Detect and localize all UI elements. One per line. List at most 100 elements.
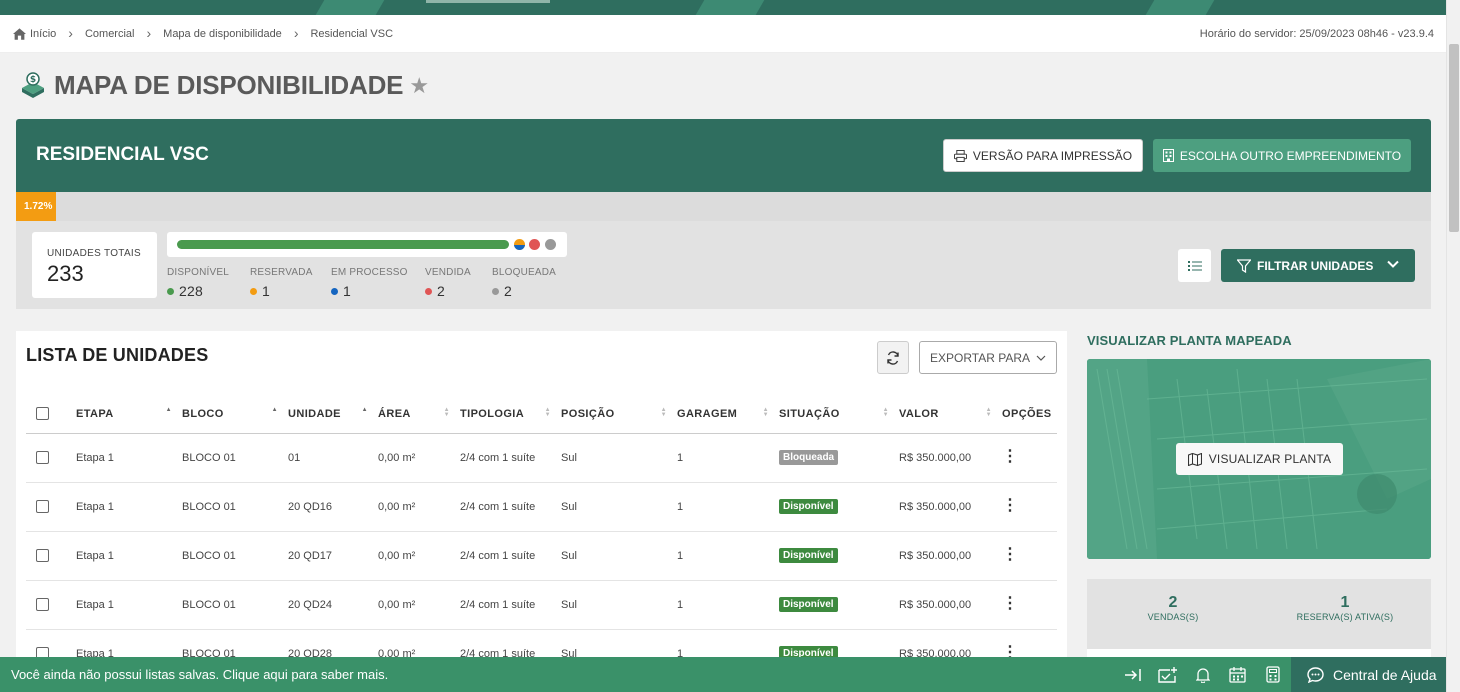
col-valor[interactable]: VALOR ▲ ▼	[899, 395, 1002, 434]
calendar-icon[interactable]	[1227, 664, 1248, 685]
col-label: VALOR	[899, 407, 939, 420]
filter-units-button[interactable]: FILTRAR UNIDADES	[1221, 249, 1415, 282]
choose-other-project-button[interactable]: ESCOLHA OUTRO EMPREENDIMENTO	[1153, 139, 1411, 172]
refresh-button[interactable]	[877, 341, 909, 374]
breadcrumb-item[interactable]: Início	[30, 28, 56, 40]
saved-lists-message[interactable]: Você ainda não possui listas salvas. Cli…	[11, 667, 388, 682]
legend-dot	[425, 287, 432, 295]
select-all-checkbox[interactable]	[36, 407, 49, 421]
breadcrumb-item[interactable]: Comercial	[85, 28, 135, 40]
row-options-icon[interactable]: ⋮	[1002, 497, 1018, 513]
status-distribution-bar	[167, 232, 567, 257]
legend-dot	[492, 287, 499, 295]
cell-area: 0,00 m²	[378, 580, 460, 630]
col-label: OPÇÕES	[1002, 407, 1052, 420]
table-row[interactable]: Etapa 1 BLOCO 01 20 QD17 0,00 m² 2/4 com 1 s…	[26, 531, 1057, 581]
legend-dot	[167, 287, 174, 295]
cell-posicao: Sul	[561, 531, 677, 581]
map-preview[interactable]: VISUALIZAR PLANTA	[1087, 359, 1431, 559]
server-time: Horário do servidor: 25/09/2023 08h46 - …	[1199, 28, 1434, 40]
cell-tipologia: 2/4 com 1 suíte	[460, 433, 561, 483]
row-options-icon[interactable]: ⋮	[1002, 644, 1018, 660]
printer-icon	[953, 149, 967, 162]
col-label: POSIÇÃO	[561, 407, 615, 420]
col-posicao[interactable]: POSIÇÃO ▲ ▼	[561, 395, 677, 434]
breadcrumb-item: Residencial VSC	[310, 27, 394, 40]
map-section-title: VISUALIZAR PLANTA MAPEADA	[1087, 333, 1292, 348]
cell-valor: R$ 350.000,00	[899, 580, 1002, 630]
building-icon	[1162, 149, 1174, 162]
cell-tipologia: 2/4 com 1 suíte	[460, 482, 561, 532]
legend-reserved: RESERVADA 1	[250, 267, 313, 299]
legend-label: VENDIDA	[425, 267, 471, 278]
export-label: EXPORTAR PARA	[929, 350, 1031, 365]
col-garagem[interactable]: GARAGEM ▲ ▼	[677, 395, 779, 434]
sort-icon: ▲ ▼	[443, 407, 450, 418]
breadcrumb-item[interactable]: Mapa de disponibilidade	[163, 28, 282, 40]
export-dropdown[interactable]: EXPORTAR PARA	[919, 341, 1057, 374]
units-table-body: Etapa 1 BLOCO 01 01 0,00 m² 2/4 com 1 suíte S…	[26, 433, 1057, 679]
sales-counts: 2 VENDAS(S) 1 RESERVA(S) ATIVA(S)	[1087, 579, 1431, 649]
cell-opcoes: ⋮	[1002, 580, 1057, 630]
list-view-button[interactable]	[1178, 249, 1211, 282]
col-situacao[interactable]: SITUAÇÃO ▲ ▼	[779, 395, 899, 434]
row-checkbox[interactable]	[36, 598, 49, 611]
row-options-icon[interactable]: ⋮	[1002, 595, 1018, 611]
col-unidade[interactable]: UNIDADE ▲	[288, 395, 378, 434]
map-icon	[1187, 452, 1202, 466]
breadcrumb-home[interactable]: Início	[13, 28, 56, 40]
col-label: GARAGEM	[677, 407, 738, 420]
table-row[interactable]: Etapa 1 BLOCO 01 20 QD24 0,00 m² 2/4 com 1 s…	[26, 580, 1057, 630]
add-list-icon[interactable]	[1157, 664, 1178, 685]
cell-situacao: Disponível	[779, 482, 899, 532]
col-label: TIPOLOGIA	[460, 407, 525, 420]
cell-posicao: Sul	[561, 580, 677, 630]
login-icon[interactable]	[1122, 664, 1143, 685]
page-title-row: $ MAPA DE DISPONIBILIDADE ★	[20, 70, 429, 101]
print-version-button[interactable]: VERSÃO PARA IMPRESSÃO	[943, 139, 1143, 172]
cell-etapa: Etapa 1	[76, 580, 182, 630]
cell-bloco: BLOCO 01	[182, 531, 288, 581]
table-row[interactable]: Etapa 1 BLOCO 01 20 QD16 0,00 m² 2/4 com 1 s…	[26, 482, 1057, 532]
print-version-label: VERSÃO PARA IMPRESSÃO	[972, 148, 1133, 163]
calculator-icon[interactable]	[1262, 664, 1283, 685]
reservations-count-value: 1	[1340, 594, 1350, 611]
col-bloco[interactable]: BLOCO ▲	[182, 395, 288, 434]
cell-bloco: BLOCO 01	[182, 482, 288, 532]
units-summary: UNIDADES TOTAIS 233 DISPONÍVEL 228 RESER…	[16, 221, 1431, 309]
units-list-panel: LISTA DE UNIDADES EXPORTAR PARA ETAPA ▲ B…	[16, 331, 1067, 679]
filter-icon	[1237, 258, 1251, 273]
cell-valor: R$ 350.000,00	[899, 482, 1002, 532]
scrollbar-thumb[interactable]	[1449, 44, 1459, 232]
row-options-icon[interactable]: ⋮	[1002, 448, 1018, 464]
cell-opcoes: ⋮	[1002, 433, 1057, 483]
row-checkbox[interactable]	[36, 549, 49, 562]
col-etapa[interactable]: ETAPA ▲	[76, 395, 182, 434]
sort-icon: ▲ ▼	[660, 407, 667, 418]
view-plan-button[interactable]: VISUALIZAR PLANTA	[1176, 443, 1343, 475]
sold-dot	[529, 239, 540, 250]
legend-sold: VENDIDA 2	[425, 267, 471, 299]
legend-blocked: BLOQUEADA 2	[492, 267, 556, 299]
cell-tipologia: 2/4 com 1 suíte	[460, 580, 561, 630]
sales-count: 2 VENDAS(S)	[1137, 594, 1209, 622]
col-area[interactable]: ÁREA ▲ ▼	[378, 395, 460, 434]
cell-garagem: 1	[677, 531, 779, 581]
legend-label: DISPONÍVEL	[167, 267, 230, 278]
help-center-button[interactable]: Central de Ajuda	[1291, 657, 1446, 692]
row-options-icon[interactable]: ⋮	[1002, 546, 1018, 562]
star-icon[interactable]: ★	[409, 73, 429, 99]
cell-unidade: 20 QD17	[288, 531, 378, 581]
footer-bar: Você ainda não possui listas salvas. Cli…	[0, 657, 1446, 692]
page-scrollbar[interactable]	[1446, 0, 1460, 692]
legend-value: 228	[179, 283, 203, 299]
reservations-count: 1 RESERVA(S) ATIVA(S)	[1287, 594, 1403, 622]
row-checkbox[interactable]	[36, 451, 49, 464]
col-tipologia[interactable]: TIPOLOGIA ▲ ▼	[460, 395, 561, 434]
bell-icon[interactable]	[1192, 664, 1213, 685]
page-title: MAPA DE DISPONIBILIDADE	[54, 70, 404, 100]
row-checkbox[interactable]	[36, 500, 49, 513]
table-row[interactable]: Etapa 1 BLOCO 01 01 0,00 m² 2/4 com 1 suíte S…	[26, 433, 1057, 483]
filter-units-label: FILTRAR UNIDADES	[1257, 258, 1374, 273]
home-icon	[13, 27, 26, 40]
